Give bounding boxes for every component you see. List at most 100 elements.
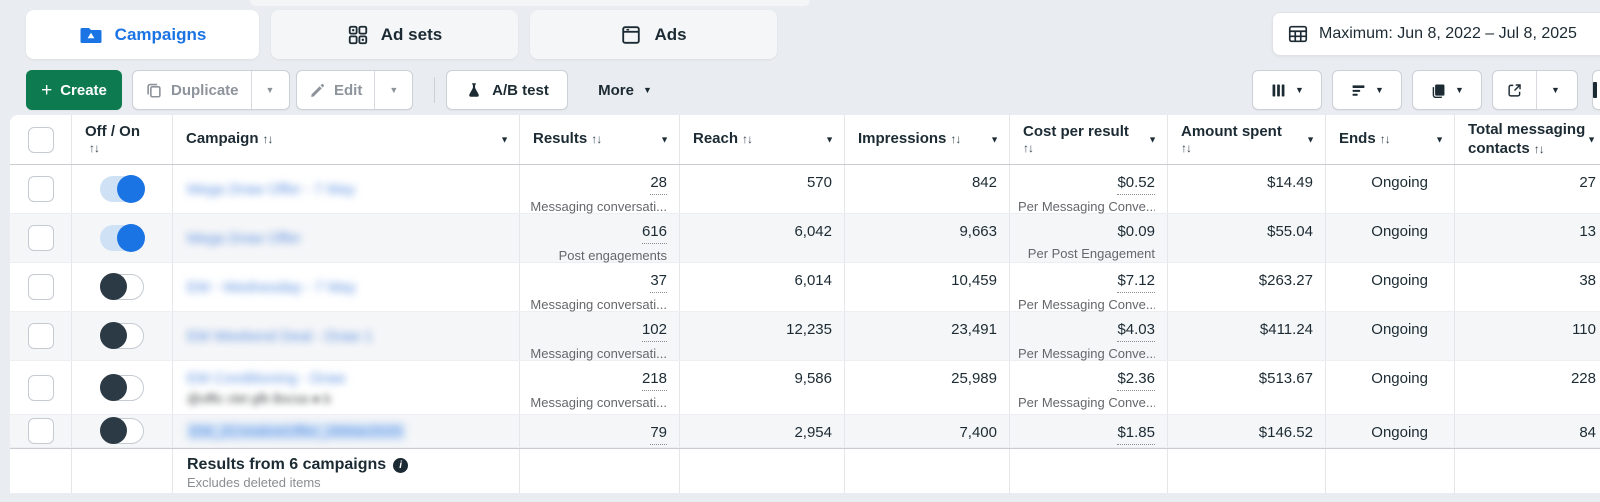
campaign-toggle[interactable] [100,175,145,203]
cost-value[interactable]: $7.12 [1117,271,1155,293]
results-header-caret[interactable]: ▼ [660,134,669,145]
more-button-label: More [598,81,634,99]
excludes-deleted-note: Excludes deleted items [187,475,321,490]
tab-ads[interactable]: Ads [530,10,777,59]
campaign-cell: EM - Wednesday - 7 May [173,263,520,311]
ab-test-button[interactable]: A/B test [446,70,568,110]
cost-cell: $0.52 Per Messaging Conve... [1010,165,1168,214]
campaign-name-link[interactable]: Mega Draw Offer [187,230,301,247]
row-checkbox[interactable] [27,323,54,349]
header-campaign[interactable]: Campaign ↑↓ ▼ [173,115,520,164]
results-value[interactable]: 28 [650,173,667,195]
contacts-value: 27 [1579,174,1596,191]
select-all-checkbox[interactable] [27,126,54,153]
date-range-button[interactable]: Maximum: Jun 8, 2022 – Jul 8, 2025 [1272,12,1600,56]
clipped-edge-button[interactable] [1592,70,1600,110]
reach-cell: 6,042 [680,214,845,262]
row-checkbox[interactable] [27,418,54,444]
export-dropdown-caret[interactable]: ▼ [1536,71,1574,109]
edit-dropdown-caret[interactable]: ▼ [374,71,412,109]
checkbox-cell [10,214,72,262]
info-icon[interactable]: i [393,457,409,473]
sort-icon: ↑↓ [742,132,753,147]
campaign-cell: EM Conditioning - Draw @offic clet gfb B… [173,361,520,414]
header-amount-spent[interactable]: Amount spent ↑↓ ▼ [1168,115,1326,164]
reports-button[interactable]: ▼ [1412,70,1482,110]
cost-value[interactable]: $2.36 [1117,369,1155,391]
ends-header-caret[interactable]: ▼ [1435,134,1444,145]
results-value[interactable]: 218 [641,369,667,391]
tab-campaigns[interactable]: Campaigns [26,10,259,59]
campaign-cell: Mega Draw Offer - 7 May [173,165,520,213]
contacts-value: 38 [1579,272,1596,289]
row-checkbox[interactable] [27,274,54,300]
header-reach[interactable]: Reach ↑↓ ▼ [680,115,845,164]
campaign-toggle[interactable] [100,224,145,252]
campaign-name-link[interactable]: EM Weekend Deal - Draw 1 [187,328,373,345]
header-results[interactable]: Results ↑↓ ▼ [520,115,680,164]
cost-value[interactable]: $0.52 [1117,173,1155,195]
cost-value[interactable]: $1.85 [1117,423,1155,445]
ends-cell: Ongoing [1326,263,1455,311]
export-button[interactable]: ▼ [1492,70,1578,110]
sort-icon[interactable]: ↑↓ [89,141,172,156]
edit-button[interactable]: Edit ▼ [296,70,414,110]
campaign-toggle[interactable] [100,273,144,300]
results-value[interactable]: 102 [641,320,667,342]
campaign-name-link[interactable]: EM Conditioning - Draw [187,370,345,387]
campaign-name-link[interactable]: EM - Wednesday - 7 May [187,279,356,296]
campaign-name-link[interactable]: Mega Draw Offer - 7 May [187,181,355,198]
impressions-cell: 23,491 [845,312,1010,360]
results-type-label: Messaging conversati... [530,394,667,410]
reach-header-caret[interactable]: ▼ [825,134,834,145]
row-checkbox[interactable] [27,374,54,401]
campaign-header-caret[interactable]: ▼ [500,134,509,145]
sort-icon: ↑↓ [591,132,602,147]
contacts-cell: 110 [1455,312,1600,360]
create-button[interactable]: + Create [26,70,122,110]
checkbox-cell [10,312,72,360]
footer-empty-cell [680,449,845,493]
breakdown-button[interactable]: ▼ [1332,70,1402,110]
cost-value[interactable]: $4.03 [1117,320,1155,342]
header-total-contacts[interactable]: Total messaging contacts ↑↓ ▼ [1455,115,1600,164]
toggle-cell [72,415,173,447]
cost-header-label: Cost per result [1023,122,1129,140]
amount-header-caret[interactable]: ▼ [1306,134,1315,145]
amount-cell: $411.24 [1168,312,1326,360]
campaign-toggle[interactable] [100,417,144,444]
duplicate-button[interactable]: Duplicate ▼ [132,70,290,110]
tab-ad-sets[interactable]: Ad sets [271,10,518,59]
footer-empty-cell [1010,449,1168,493]
campaign-name-link[interactable]: EM_2CreativeOffer_26Mar2025 [187,422,406,440]
duplicate-dropdown-caret[interactable]: ▼ [250,71,289,109]
results-value[interactable]: 616 [641,222,667,244]
cost-header-caret[interactable]: ▼ [1148,134,1157,145]
columns-button[interactable]: ▼ [1252,70,1322,110]
campaign-toggle[interactable] [100,373,144,401]
ends-cell: Ongoing [1326,415,1455,447]
ends-value: Ongoing [1371,272,1428,289]
top-edge-panel [250,0,810,6]
results-cell: 79 [520,415,680,447]
campaign-toggle[interactable] [100,322,144,349]
header-cost-per-result[interactable]: Cost per result ↑↓ ▼ [1010,115,1168,164]
reach-cell: 12,235 [680,312,845,360]
more-button[interactable]: More ▼ [582,70,668,110]
reach-value: 9,586 [794,370,832,387]
ads-manager-page: Campaigns Ad sets Ads Maximum: Jun 8, 20… [0,0,1600,502]
header-ends[interactable]: Ends ↑↓ ▼ [1326,115,1455,164]
row-checkbox[interactable] [27,176,54,202]
amount-cell: $146.52 [1168,415,1326,447]
row-checkbox[interactable] [27,225,54,251]
impressions-header-caret[interactable]: ▼ [990,134,999,145]
ends-cell: Ongoing [1326,361,1455,414]
total-contacts-header-caret[interactable]: ▼ [1587,134,1596,145]
results-value[interactable]: 37 [650,271,667,293]
header-impressions[interactable]: Impressions ↑↓ ▼ [845,115,1010,164]
amount-value: $411.24 [1259,321,1313,338]
header-off-on[interactable]: Off / On ↑↓ [72,115,173,164]
ends-header-label: Ends [1339,130,1376,148]
results-value[interactable]: 79 [650,423,667,445]
sort-icon: ↑↓ [1023,141,1034,156]
